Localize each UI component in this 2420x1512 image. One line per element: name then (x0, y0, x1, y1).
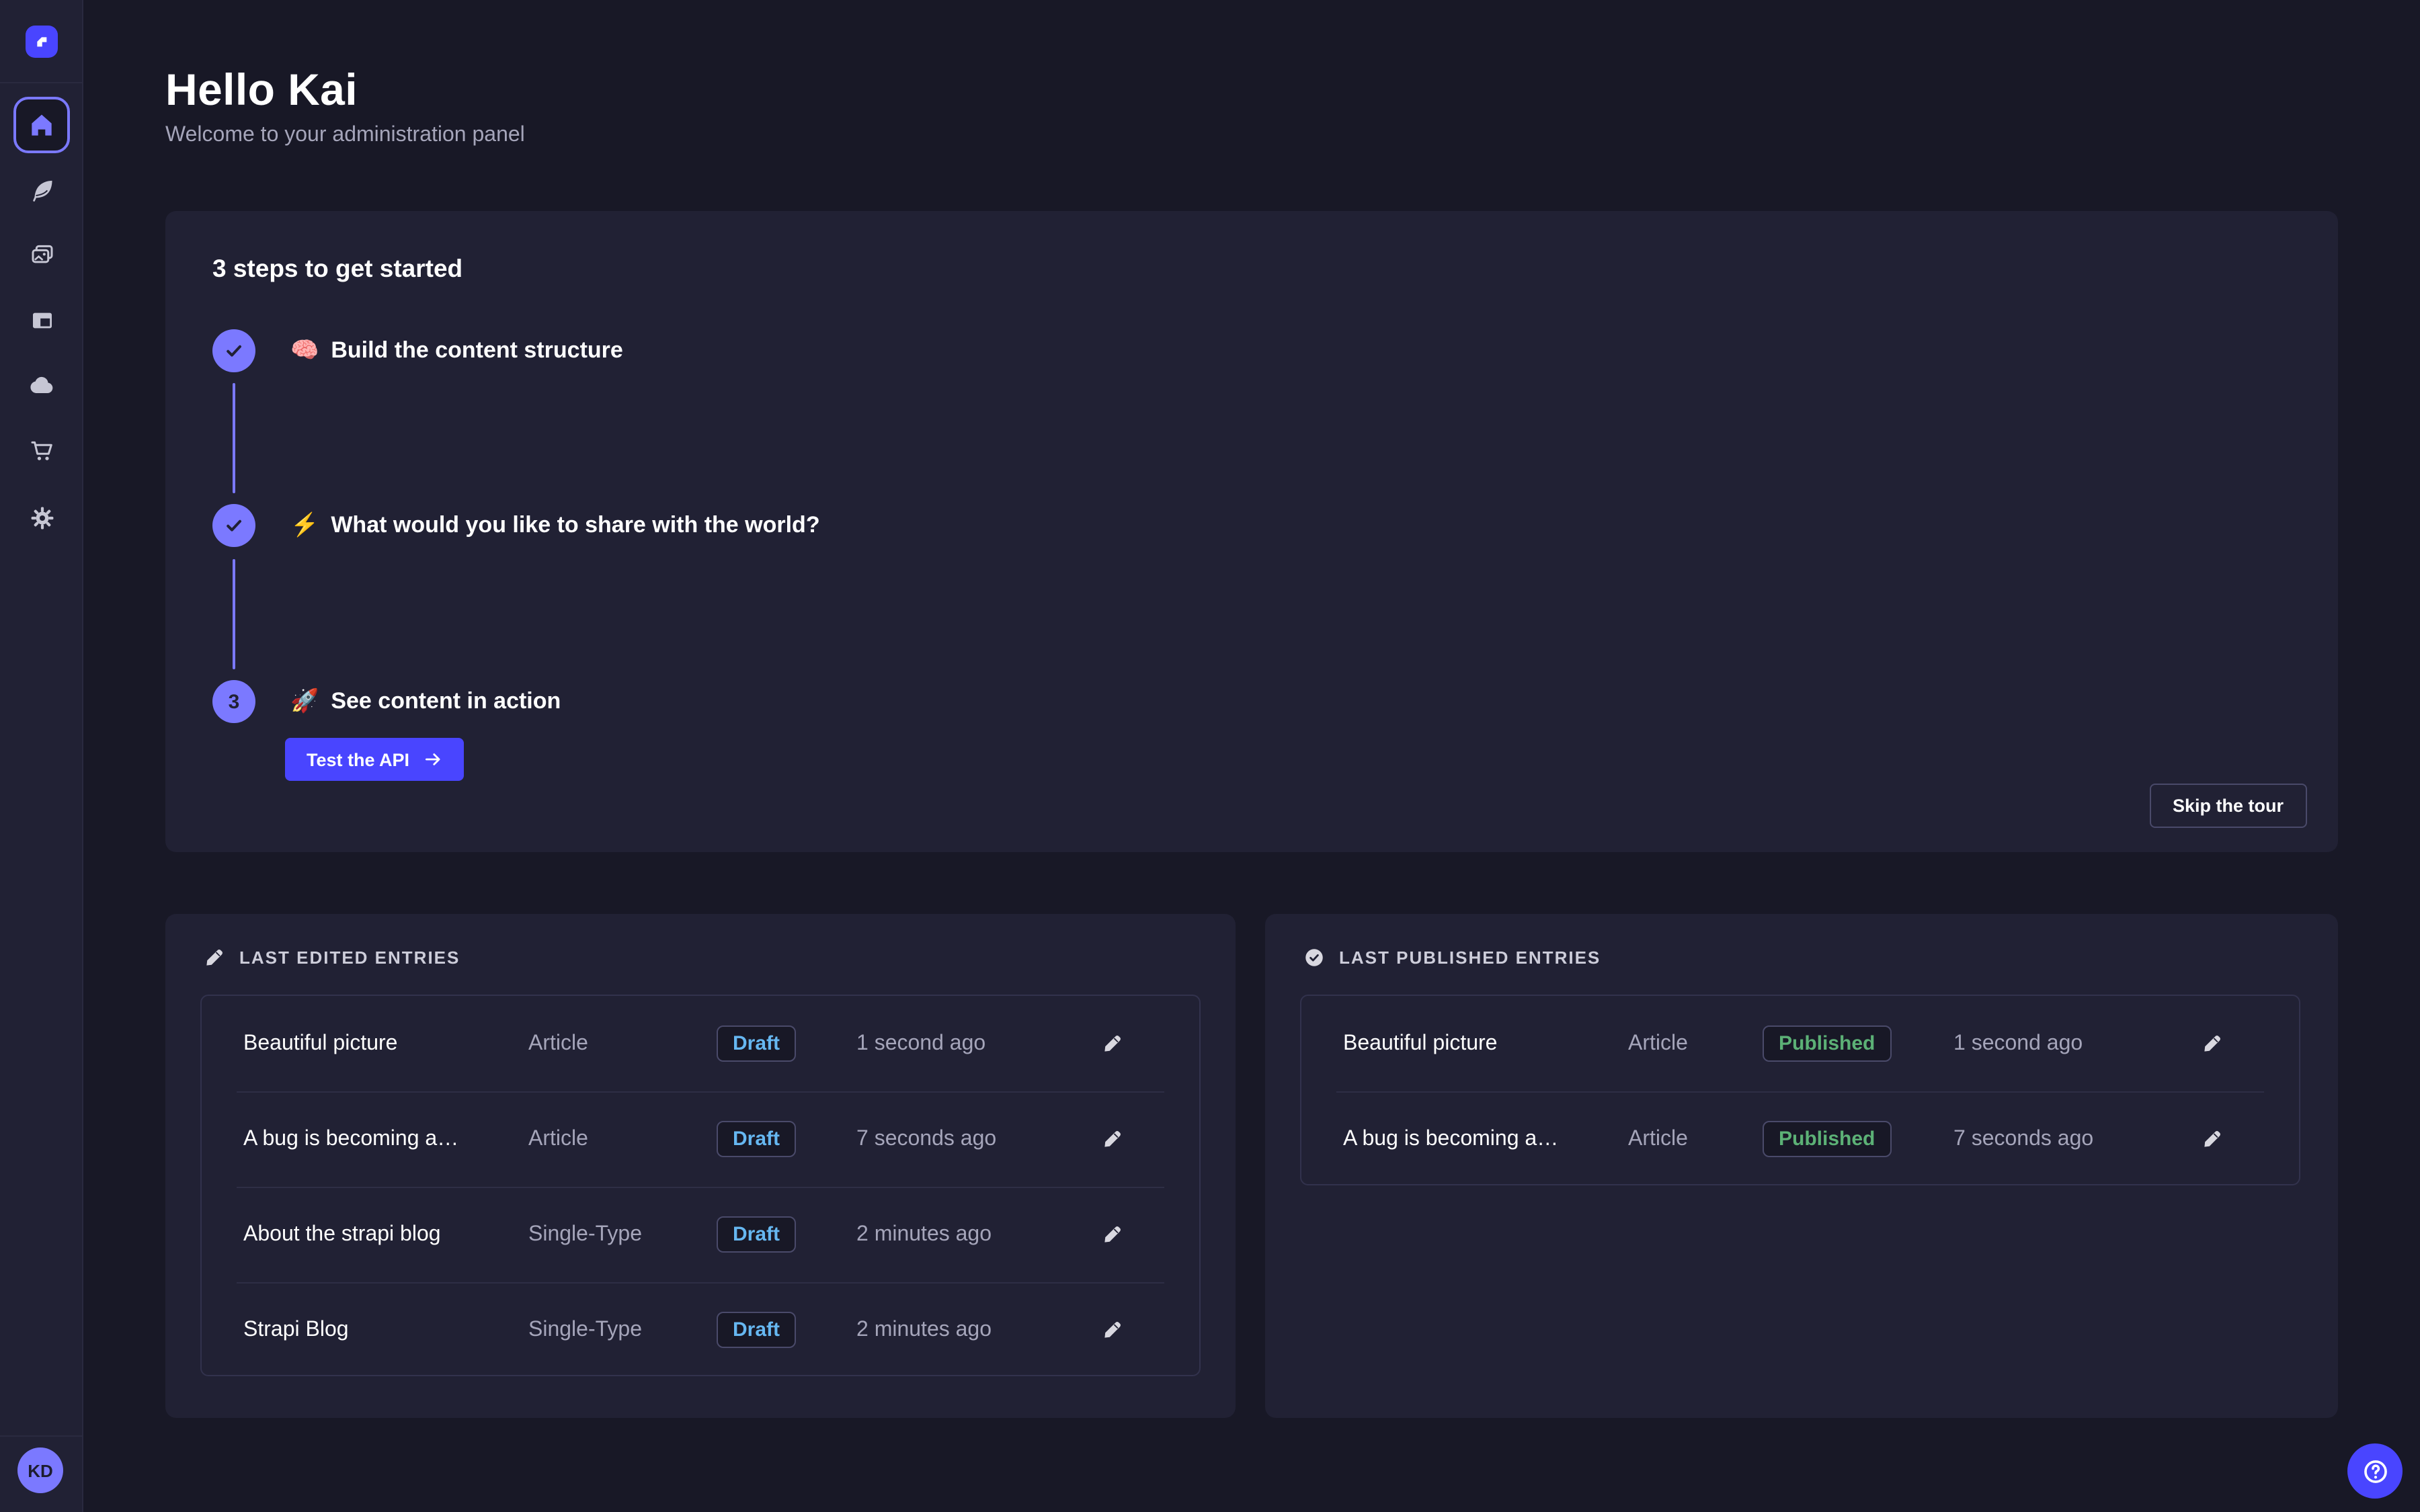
home-icon (27, 110, 56, 140)
entry-time: 2 minutes ago (856, 1318, 1094, 1342)
pencil-icon (1100, 1223, 1123, 1246)
last-edited-table: Beautiful picture Article Draft 1 second… (200, 995, 1201, 1376)
step-1-emoji: 🧠 (290, 333, 319, 368)
feather-pen-icon (28, 175, 56, 204)
step-2-emoji: ⚡ (290, 508, 319, 543)
entry-name: Strapi Blog (243, 1318, 528, 1342)
check-icon (223, 340, 245, 362)
step-connector-2 (233, 559, 235, 669)
step-3-label: 🚀 See content in action (290, 684, 561, 719)
last-published-entries-widget: LAST PUBLISHED ENTRIES Beautiful picture… (1265, 914, 2338, 1418)
entry-time: 2 minutes ago (856, 1222, 1094, 1247)
entry-kind: Single-Type (528, 1318, 717, 1342)
pencil-icon (1100, 1318, 1123, 1341)
media-library-icon (28, 240, 56, 268)
tour-title: 3 steps to get started (212, 254, 462, 284)
sidebar-item-content-type-builder[interactable] (13, 292, 70, 348)
status-badge: Draft (717, 1312, 796, 1348)
check-icon (223, 515, 245, 536)
shopping-cart-icon (28, 436, 56, 464)
user-avatar[interactable]: KD (17, 1447, 63, 1493)
entry-time: 1 second ago (1953, 1032, 2194, 1056)
pencil-icon (203, 946, 226, 969)
step-3-emoji: 🚀 (290, 684, 319, 719)
step-3-marker: 3 (212, 680, 255, 723)
entry-time: 1 second ago (856, 1032, 1094, 1056)
page-subtitle: Welcome to your administration panel (165, 124, 525, 148)
table-row: Strapi Blog Single-Type Draft 2 minutes … (202, 1282, 1199, 1378)
sidebar-item-cloud[interactable] (13, 358, 70, 414)
widget-header: LAST PUBLISHED ENTRIES (1303, 946, 1601, 969)
sidebar-item-media-library[interactable] (13, 226, 70, 282)
edit-entry-button[interactable] (1094, 1312, 1129, 1347)
table-row: About the strapi blog Single-Type Draft … (202, 1187, 1199, 1282)
guided-tour-card: 3 steps to get started 🧠 Build the conte… (165, 211, 2338, 852)
last-published-table: Beautiful picture Article Published 1 se… (1300, 995, 2300, 1185)
test-the-api-button[interactable]: Test the API (285, 738, 463, 781)
step-2-marker (212, 504, 255, 547)
entry-name: A bug is becoming a… (1343, 1127, 1628, 1151)
step-1-label: 🧠 Build the content structure (290, 333, 623, 368)
content-type-builder-icon (28, 306, 56, 334)
widget-title: LAST PUBLISHED ENTRIES (1339, 948, 1601, 968)
last-edited-entries-widget: LAST EDITED ENTRIES Beautiful picture Ar… (165, 914, 1236, 1418)
arrow-right-icon (423, 750, 442, 769)
entry-kind: Single-Type (528, 1222, 717, 1247)
sidebar-item-settings[interactable] (13, 489, 70, 546)
entry-name: A bug is becoming a… (243, 1127, 528, 1151)
page-title: Hello Kai (165, 65, 358, 116)
gear-icon (28, 503, 56, 532)
strapi-admin-homepage: KD Hello Kai Welcome to your administrat… (0, 0, 2420, 1512)
entry-kind: Article (528, 1032, 717, 1056)
status-badge: Draft (717, 1216, 796, 1253)
edit-entry-button[interactable] (2194, 1122, 2229, 1157)
entry-name: Beautiful picture (1343, 1032, 1628, 1056)
step-2-label: ⚡ What would you like to share with the … (290, 508, 820, 543)
edit-entry-button[interactable] (2194, 1026, 2229, 1061)
cloud-icon (27, 371, 56, 401)
edit-entry-button[interactable] (1094, 1122, 1129, 1157)
main-navigation-sidebar: KD (0, 0, 83, 1512)
widget-title: LAST EDITED ENTRIES (239, 948, 460, 968)
sidebar-item-content-manager[interactable] (13, 161, 70, 218)
pencil-icon (1100, 1032, 1123, 1055)
entry-name: About the strapi blog (243, 1222, 528, 1247)
entry-time: 7 seconds ago (856, 1127, 1094, 1151)
avatar-initials: KD (28, 1460, 53, 1480)
table-row: A bug is becoming a… Article Published 7… (1301, 1091, 2299, 1187)
sidebar-divider (0, 82, 82, 83)
entry-kind: Article (1628, 1032, 1763, 1056)
table-row: Beautiful picture Article Published 1 se… (1301, 996, 2299, 1091)
pencil-icon (1100, 1128, 1123, 1150)
status-badge: Published (1763, 1025, 1891, 1062)
help-button[interactable] (2347, 1443, 2403, 1499)
entry-time: 7 seconds ago (1953, 1127, 2194, 1151)
table-row: Beautiful picture Article Draft 1 second… (202, 996, 1199, 1091)
entry-kind: Article (1628, 1127, 1763, 1151)
edit-entry-button[interactable] (1094, 1026, 1129, 1061)
status-badge: Published (1763, 1121, 1891, 1157)
entry-kind: Article (528, 1127, 717, 1151)
edit-entry-button[interactable] (1094, 1217, 1129, 1252)
check-circle-icon (1303, 946, 1326, 969)
entry-name: Beautiful picture (243, 1032, 528, 1056)
pencil-icon (2200, 1032, 2223, 1055)
sidebar-item-marketplace[interactable] (13, 422, 70, 478)
strapi-logo[interactable] (26, 26, 58, 58)
sidebar-divider-bottom (0, 1435, 82, 1437)
status-badge: Draft (717, 1025, 796, 1062)
question-mark-icon (2360, 1456, 2390, 1486)
step-connector-1 (233, 383, 235, 493)
skip-the-tour-button[interactable]: Skip the tour (2150, 784, 2306, 828)
strapi-logo-icon (31, 31, 52, 52)
widget-header: LAST EDITED ENTRIES (203, 946, 460, 969)
status-badge: Draft (717, 1121, 796, 1157)
sidebar-item-home[interactable] (13, 97, 70, 153)
step-1-marker (212, 329, 255, 372)
pencil-icon (2200, 1128, 2223, 1150)
table-row: A bug is becoming a… Article Draft 7 sec… (202, 1091, 1199, 1187)
